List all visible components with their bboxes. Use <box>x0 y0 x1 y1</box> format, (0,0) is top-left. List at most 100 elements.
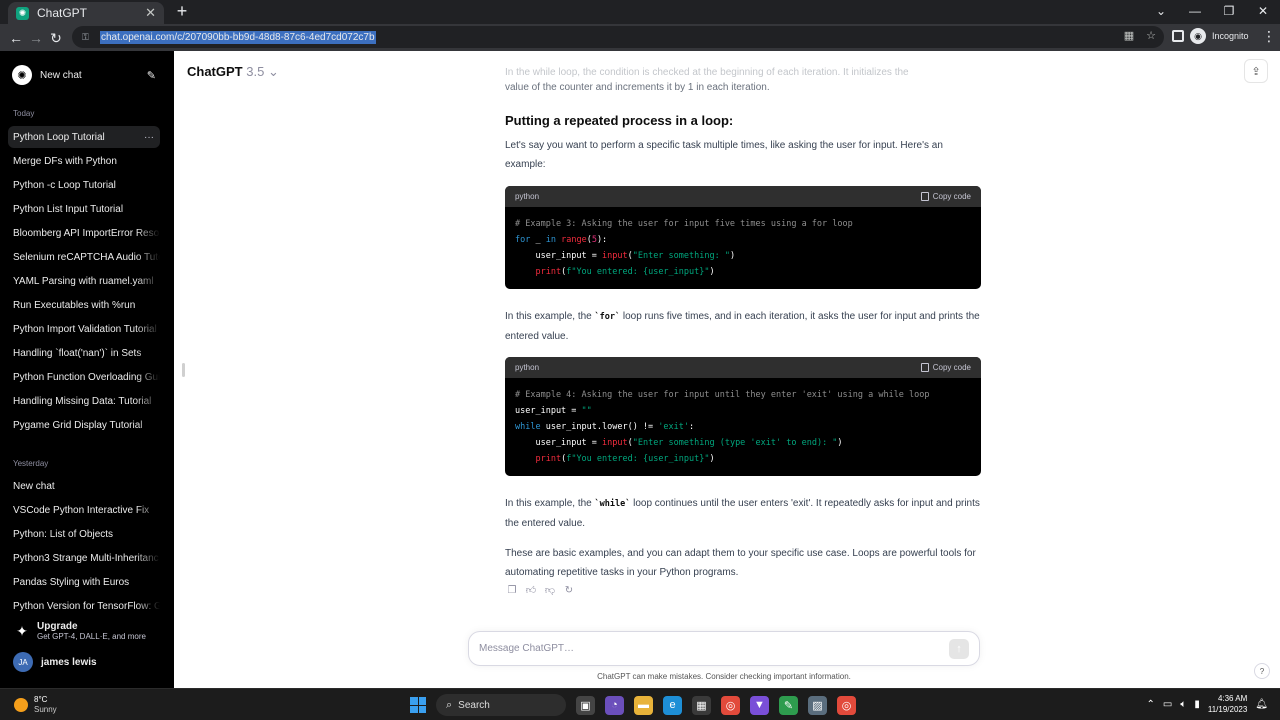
file-explorer-icon[interactable]: ▬ <box>634 695 653 715</box>
sidebar-chat-item[interactable]: Python Version for TensorFlow: G <box>8 595 160 617</box>
sidebar-chat-item[interactable]: Python List Input Tutorial <box>8 198 160 220</box>
sidebar-chat-label: Python -c Loop Tutorial <box>13 179 116 191</box>
incognito-icon: ◉ <box>1190 28 1206 44</box>
sidebar-chat-item[interactable]: Merge DFs with Python <box>8 150 160 172</box>
message-input[interactable] <box>479 643 949 654</box>
sidebar-chat-item[interactable]: Python -c Loop Tutorial <box>8 174 160 196</box>
sidebar-chat-item[interactable]: Selenium reCAPTCHA Audio Tuto <box>8 246 160 268</box>
address-bar[interactable]: ⚿ chat.openai.com/c/207090bb-bb9d-48d8-8… <box>72 26 1164 48</box>
weather-widget[interactable]: 8°C Sunny <box>14 695 57 715</box>
help-button[interactable]: ? <box>1254 663 1270 679</box>
browser-tab[interactable]: ✺ ChatGPT ✕ <box>8 2 164 24</box>
copy-code-button[interactable]: Copy code <box>920 192 971 201</box>
sidebar-chat-label: VSCode Python Interactive Fix <box>13 504 150 516</box>
sidebar-chat-item[interactable]: Pygame Grid Display Tutorial <box>8 414 160 436</box>
url-text[interactable]: chat.openai.com/c/207090bb-bb9d-48d8-87c… <box>100 30 376 44</box>
notepad-icon[interactable]: ✎ <box>779 695 798 715</box>
side-panel-icon[interactable] <box>1172 30 1184 42</box>
text-fade <box>136 523 160 545</box>
send-button[interactable]: ↑ <box>949 638 969 659</box>
text-fade <box>136 198 160 220</box>
chrome-icon[interactable]: ◎ <box>721 695 740 715</box>
tab-search-icon[interactable]: ⌄ <box>1144 0 1178 22</box>
sidebar-chat-item[interactable]: YAML Parsing with ruamel.yaml <box>8 270 160 292</box>
sidebar-chat-label: Python Loop Tutorial <box>13 131 105 143</box>
sidebar-chat-item[interactable]: New chat <box>8 475 160 497</box>
text-fade <box>136 342 160 364</box>
maximize-button[interactable]: ❐ <box>1212 0 1246 22</box>
sidebar-chat-item[interactable]: Python: List of Objects <box>8 523 160 545</box>
sidebar-chat-item[interactable]: Handling `float('nan')` in Sets <box>8 342 160 364</box>
sidebar-chat-item[interactable]: Python3 Strange Multi-Inheritanc <box>8 547 160 569</box>
sidebar-chat-item[interactable]: Python Function Overloading Gui <box>8 366 160 388</box>
clock[interactable]: 4:36 AM 11/19/2023 <box>1208 693 1247 715</box>
browser-toolbar: ← → ↻ ⚿ chat.openai.com/c/207090bb-bb9d-… <box>0 24 1280 51</box>
network-icon[interactable]: ▭ <box>1163 699 1172 710</box>
search-icon: ⌕ <box>446 698 453 711</box>
share-button[interactable]: ⇪ <box>1244 59 1268 83</box>
thumbs-up-icon[interactable]: 👍︎ <box>526 585 536 596</box>
sidebar-chat-label: Run Executables with %run <box>13 299 136 311</box>
lock-icon[interactable]: ⚿ <box>82 32 92 42</box>
browser-menu-icon[interactable]: ⋮ <box>1262 28 1276 45</box>
qr-code-icon[interactable]: ▦ <box>1124 29 1134 42</box>
sun-icon <box>14 698 28 712</box>
thumbs-down-icon[interactable]: 👎︎ <box>545 585 555 596</box>
copy-code-button[interactable]: Copy code <box>920 363 971 372</box>
model-version: 3.5 <box>246 64 265 79</box>
new-chat-button[interactable]: ✺ New chat ✎ <box>8 61 160 89</box>
code-content[interactable]: # Example 3: Asking the user for input f… <box>505 207 981 289</box>
windows-start-icon[interactable] <box>410 697 426 713</box>
tab-close-icon[interactable]: ✕ <box>145 5 156 21</box>
edit-icon[interactable]: ✎ <box>147 69 156 82</box>
back-icon[interactable]: ← <box>6 28 26 48</box>
window-controls: ⌄ — ❐ ✕ <box>1144 0 1280 24</box>
text-fade <box>136 475 160 497</box>
more-options-icon[interactable]: ··· <box>144 132 154 143</box>
upgrade-button[interactable]: ✦ Upgrade Get GPT-4, DALL·E, and more <box>13 621 146 641</box>
app-v-icon[interactable]: ▼ <box>750 695 769 715</box>
message-actions: ❐ 👍︎ 👎︎ ↻ <box>507 585 574 597</box>
sidebar-toggle-handle[interactable] <box>182 363 185 377</box>
inline-code-for: `for` <box>594 312 621 322</box>
forward-icon[interactable]: → <box>26 28 46 48</box>
volume-icon[interactable]: 🔈︎ <box>1180 699 1186 710</box>
sidebar-chat-item[interactable]: Handling Missing Data: Tutorial <box>8 390 160 412</box>
store-icon[interactable]: ▦ <box>692 695 711 715</box>
battery-icon[interactable]: ▮ <box>1194 699 1200 710</box>
task-view-icon[interactable]: ▣ <box>576 695 595 715</box>
bookmark-star-icon[interactable]: ☆ <box>1146 29 1156 42</box>
notifications-icon[interactable]: 🔔︎ <box>1255 699 1268 710</box>
sidebar-chat-item[interactable]: VSCode Python Interactive Fix <box>8 499 160 521</box>
chat-app-icon[interactable]: ◔ <box>605 695 624 715</box>
model-selector[interactable]: ChatGPT 3.5 ⌄ <box>187 64 279 80</box>
close-window-button[interactable]: ✕ <box>1246 0 1280 22</box>
regenerate-icon[interactable]: ↻ <box>564 585 574 596</box>
sidebar-chat-item[interactable]: Python Loop Tutorial ··· <box>8 126 160 148</box>
minimize-button[interactable]: — <box>1178 0 1212 22</box>
sidebar-chat-item[interactable]: Bloomberg API ImportError Reso <box>8 222 160 244</box>
text-fade <box>136 366 160 388</box>
image-app-icon[interactable]: ▨ <box>808 695 827 715</box>
copy-icon[interactable]: ❐ <box>507 585 517 596</box>
edge-icon[interactable]: e <box>663 695 682 715</box>
code-content[interactable]: # Example 4: Asking the user for input u… <box>505 378 981 476</box>
code-header: python Copy code <box>505 357 981 378</box>
weather-desc: Sunny <box>34 705 57 714</box>
explanation-paragraph-1: In this example, the `for` loop runs fiv… <box>505 311 980 342</box>
new-tab-button[interactable]: + <box>172 2 192 22</box>
new-chat-label: New chat <box>40 69 82 81</box>
sidebar-chat-label: Handling `float('nan')` in Sets <box>13 347 142 359</box>
text-fade <box>136 150 160 172</box>
chrome-incognito-icon[interactable]: ◎ <box>837 695 856 715</box>
code-block-2: python Copy code # Example 4: Asking the… <box>505 357 981 476</box>
faded-text-2: value of the counter and increments it b… <box>505 82 770 93</box>
incognito-indicator[interactable]: ◉ Incognito <box>1190 28 1249 44</box>
taskbar-search[interactable]: ⌕ Search <box>436 694 566 716</box>
user-menu[interactable]: JA james lewis <box>13 652 97 672</box>
sidebar-chat-item[interactable]: Run Executables with %run <box>8 294 160 316</box>
sidebar-chat-item[interactable]: Python Import Validation Tutorial <box>8 318 160 340</box>
reload-icon[interactable]: ↻ <box>46 28 66 48</box>
chevron-up-icon[interactable]: ⌃ <box>1146 699 1154 710</box>
sidebar-chat-item[interactable]: Pandas Styling with Euros <box>8 571 160 593</box>
